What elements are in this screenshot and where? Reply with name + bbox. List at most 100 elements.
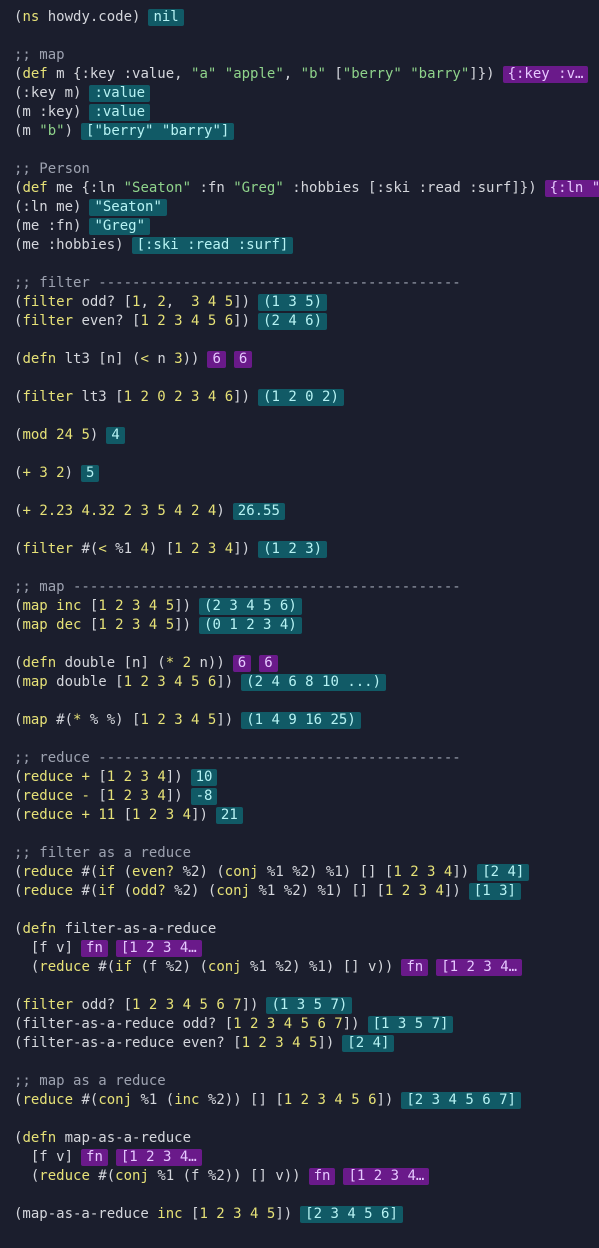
code-line[interactable]: (mod 24 5) 4 xyxy=(14,426,599,445)
code-line[interactable] xyxy=(14,483,599,502)
code-line[interactable]: (reduce #(conj %1 (f %2)) [] v)) fn [1 2 3… xyxy=(14,1167,599,1186)
code-line[interactable]: (map dec [1 2 3 4 5]) (0 1 2 3 4) xyxy=(14,616,599,635)
code-line[interactable]: ;; map ---------------------------------… xyxy=(14,578,599,597)
code-line[interactable]: ;; Person xyxy=(14,160,599,179)
code-line[interactable] xyxy=(14,521,599,540)
code-line[interactable] xyxy=(14,1110,599,1129)
code-line[interactable] xyxy=(14,255,599,274)
code-line[interactable]: (defn lt3 [n] (< n 3)) 6 6 xyxy=(14,350,599,369)
code-line[interactable]: (defn double [n] (* 2 n)) 6 6 xyxy=(14,654,599,673)
code-line[interactable] xyxy=(14,407,599,426)
code-line[interactable]: (filter #(< %1 4) [1 2 3 4]) (1 2 3) xyxy=(14,540,599,559)
eval-result-badge[interactable]: (2 3 4 5 6) xyxy=(199,598,302,615)
code-line[interactable] xyxy=(14,141,599,160)
eval-result-badge[interactable]: :value xyxy=(89,104,151,121)
code-line[interactable] xyxy=(14,825,599,844)
code-line[interactable]: (defn map-as-a-reduce xyxy=(14,1129,599,1148)
eval-result-badge[interactable]: fn xyxy=(81,940,108,957)
eval-result-badge[interactable]: 26.55 xyxy=(232,503,285,520)
eval-result-badge[interactable]: 6 xyxy=(259,655,278,672)
eval-result-badge[interactable]: [:ski :read :surf] xyxy=(131,237,294,254)
eval-result-badge[interactable]: 5 xyxy=(81,465,100,482)
code-line[interactable]: (filter even? [1 2 3 4 5 6]) (2 4 6) xyxy=(14,312,599,331)
code-line[interactable]: (+ 2.23 4.32 2 3 5 4 2 4) 26.55 xyxy=(14,502,599,521)
code-line[interactable]: (:key m):value xyxy=(14,84,599,103)
eval-result-badge[interactable]: [1 3] xyxy=(468,883,521,900)
eval-result-badge[interactable]: ["berry" "barry"] xyxy=(81,123,235,140)
eval-result-badge[interactable]: [1 2 3 4… xyxy=(115,1149,202,1166)
eval-result-badge[interactable]: (1 4 9 16 25) xyxy=(241,712,361,729)
eval-result-badge[interactable]: 10 xyxy=(190,769,218,786)
code-line[interactable]: (map #(* % %) [1 2 3 4 5]) (1 4 9 16 25) xyxy=(14,711,599,730)
code-line[interactable]: (defn filter-as-a-reduce xyxy=(14,920,599,939)
code-line[interactable]: (filter-as-a-reduce odd? [1 2 3 4 5 6 7]… xyxy=(14,1015,599,1034)
code-line[interactable]: (reduce + 11 [1 2 3 4]) 21 xyxy=(14,806,599,825)
code-line[interactable] xyxy=(14,1186,599,1205)
code-line[interactable] xyxy=(14,445,599,464)
code-line[interactable]: [f v] fn [1 2 3 4… xyxy=(14,939,599,958)
eval-result-badge[interactable]: "Seaton" xyxy=(89,199,167,216)
code-line[interactable] xyxy=(14,730,599,749)
code-line[interactable]: (def m {:key :value, "a" "apple", "b" ["… xyxy=(14,65,599,84)
code-line[interactable]: (map inc [1 2 3 4 5]) (2 3 4 5 6) xyxy=(14,597,599,616)
code-line[interactable] xyxy=(14,635,599,654)
eval-result-badge[interactable]: (0 1 2 3 4) xyxy=(199,617,302,634)
code-line[interactable]: (reduce #(conj %1 (inc %2)) [] [1 2 3 4 … xyxy=(14,1091,599,1110)
code-line[interactable]: (me :fn) "Greg" xyxy=(14,217,599,236)
code-line[interactable]: ;; map xyxy=(14,46,599,65)
eval-result-badge[interactable]: [1 2 3 4… xyxy=(436,959,523,976)
eval-result-badge[interactable]: [2 3 4 5 6 7] xyxy=(401,1092,521,1109)
eval-result-badge[interactable]: 6 xyxy=(233,351,253,368)
code-line[interactable] xyxy=(14,559,599,578)
code-line[interactable]: (reduce #(if (even? %2) (conj %1 %2) %1)… xyxy=(14,863,599,882)
eval-result-badge[interactable]: (1 2 3) xyxy=(258,541,328,558)
eval-result-badge[interactable]: fn xyxy=(81,1149,108,1166)
code-line[interactable]: (filter lt3 [1 2 0 2 3 4 6]) (1 2 0 2) xyxy=(14,388,599,407)
code-line[interactable] xyxy=(14,692,599,711)
eval-result-badge[interactable]: [1 3 5 7] xyxy=(367,1016,454,1033)
code-line[interactable]: ;; filter as a reduce xyxy=(14,844,599,863)
eval-result-badge[interactable]: (2 4 6) xyxy=(258,313,328,330)
code-line[interactable]: (filter odd? [1, 2, 3 4 5]) (1 3 5) xyxy=(14,293,599,312)
code-line[interactable]: ;; map as a reduce xyxy=(14,1072,599,1091)
code-line[interactable]: (me :hobbies) [:ski :read :surf] xyxy=(14,236,599,255)
code-line[interactable] xyxy=(14,901,599,920)
eval-result-badge[interactable]: 6 xyxy=(207,351,226,368)
code-line[interactable]: (m "b") ["berry" "barry"] xyxy=(14,122,599,141)
code-line[interactable]: [f v] fn [1 2 3 4… xyxy=(14,1148,599,1167)
code-line[interactable]: (ns howdy.code) nil xyxy=(14,8,599,27)
eval-result-badge[interactable]: [2 3 4 5 6] xyxy=(300,1206,403,1223)
eval-result-badge[interactable]: "Greg" xyxy=(89,218,151,235)
eval-result-badge[interactable]: nil xyxy=(148,9,184,26)
eval-result-badge[interactable]: {:ln "Se… xyxy=(544,180,599,197)
eval-result-badge[interactable]: [2 4] xyxy=(477,864,530,881)
eval-result-badge[interactable]: :value xyxy=(89,85,151,102)
code-line[interactable]: (+ 3 2) 5 xyxy=(14,464,599,483)
code-line[interactable] xyxy=(14,1053,599,1072)
code-line[interactable]: (reduce + [1 2 3 4]) 10 xyxy=(14,768,599,787)
eval-result-badge[interactable]: (1 3 5) xyxy=(258,294,328,311)
eval-result-badge[interactable]: [2 4] xyxy=(342,1035,395,1052)
code-line[interactable]: ;; filter ------------------------------… xyxy=(14,274,599,293)
code-line[interactable]: (map double [1 2 3 4 5 6]) (2 4 6 8 10 ..… xyxy=(14,673,599,692)
eval-result-badge[interactable]: -8 xyxy=(190,788,218,805)
eval-result-badge[interactable]: (2 4 6 8 10 ...) xyxy=(241,674,387,691)
eval-result-badge[interactable]: [1 2 3 4… xyxy=(343,1168,430,1185)
eval-result-badge[interactable]: (1 2 0 2) xyxy=(258,389,344,406)
code-line[interactable]: (m :key):value xyxy=(14,103,599,122)
code-line[interactable]: (reduce #(if (f %2) (conj %1 %2) %1) [] … xyxy=(14,958,599,977)
eval-result-badge[interactable]: {:key :v… xyxy=(502,66,589,83)
code-line[interactable] xyxy=(14,331,599,350)
eval-result-badge[interactable]: fn xyxy=(308,1168,336,1185)
code-line[interactable]: (reduce - [1 2 3 4]) -8 xyxy=(14,787,599,806)
code-editor[interactable]: (ns howdy.code) nil ;; map (def m {:key :va… xyxy=(0,0,599,1224)
code-line[interactable]: ;; reduce ------------------------------… xyxy=(14,749,599,768)
eval-result-badge[interactable]: 4 xyxy=(106,427,125,444)
code-line[interactable] xyxy=(14,369,599,388)
code-line[interactable]: (filter odd? [1 2 3 4 5 6 7]) (1 3 5 7) xyxy=(14,996,599,1015)
code-line[interactable] xyxy=(14,977,599,996)
code-line[interactable] xyxy=(14,27,599,46)
code-line[interactable]: (reduce #(if (odd? %2) (conj %1 %2) %1) … xyxy=(14,882,599,901)
eval-result-badge[interactable]: fn xyxy=(401,959,429,976)
code-line[interactable]: (:ln me) "Seaton" xyxy=(14,198,599,217)
